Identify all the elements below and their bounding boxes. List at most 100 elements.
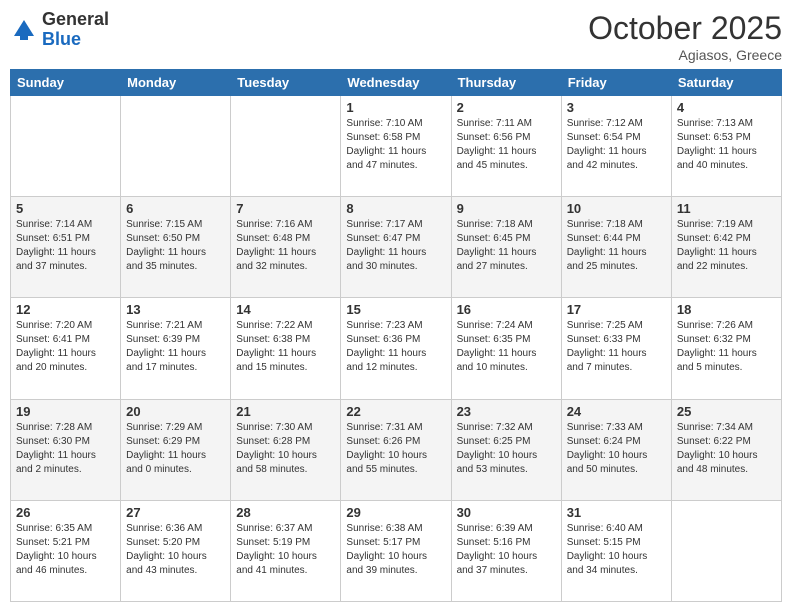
day-number: 26 xyxy=(16,505,115,520)
day-number: 10 xyxy=(567,201,666,216)
day-number: 23 xyxy=(457,404,556,419)
calendar-cell: 4 Sunrise: 7:13 AM Sunset: 6:53 PM Daylig… xyxy=(671,96,781,197)
day-info: Sunrise: 7:30 AM Sunset: 6:28 PM Dayligh… xyxy=(236,421,335,477)
day-info: Sunrise: 7:14 AM Sunset: 6:51 PM Dayligh… xyxy=(16,218,115,274)
day-number: 18 xyxy=(677,302,776,317)
day-info: Sunrise: 7:19 AM Sunset: 6:42 PM Dayligh… xyxy=(677,218,776,274)
calendar-week-row: 26 Sunrise: 6:35 AM Sunset: 5:21 PM Dayli… xyxy=(11,500,782,601)
calendar-cell: 29 Sunrise: 6:38 AM Sunset: 5:17 PM Dayli… xyxy=(341,500,451,601)
day-number: 16 xyxy=(457,302,556,317)
day-info: Sunrise: 6:36 AM Sunset: 5:20 PM Dayligh… xyxy=(126,522,225,578)
day-number: 24 xyxy=(567,404,666,419)
calendar-cell: 13 Sunrise: 7:21 AM Sunset: 6:39 PM Dayli… xyxy=(121,298,231,399)
calendar-day-header: Thursday xyxy=(451,70,561,96)
day-info: Sunrise: 7:15 AM Sunset: 6:50 PM Dayligh… xyxy=(126,218,225,274)
calendar-day-header: Sunday xyxy=(11,70,121,96)
logo-general: General xyxy=(42,10,109,30)
day-info: Sunrise: 7:12 AM Sunset: 6:54 PM Dayligh… xyxy=(567,117,666,173)
title-block: October 2025 Agiasos, Greece xyxy=(588,10,782,63)
calendar-week-row: 19 Sunrise: 7:28 AM Sunset: 6:30 PM Dayli… xyxy=(11,399,782,500)
day-number: 15 xyxy=(346,302,445,317)
day-info: Sunrise: 7:32 AM Sunset: 6:25 PM Dayligh… xyxy=(457,421,556,477)
day-number: 19 xyxy=(16,404,115,419)
logo: General Blue xyxy=(10,10,109,50)
day-number: 3 xyxy=(567,100,666,115)
day-number: 12 xyxy=(16,302,115,317)
day-number: 9 xyxy=(457,201,556,216)
calendar-cell: 11 Sunrise: 7:19 AM Sunset: 6:42 PM Dayli… xyxy=(671,197,781,298)
calendar-cell: 16 Sunrise: 7:24 AM Sunset: 6:35 PM Dayli… xyxy=(451,298,561,399)
day-info: Sunrise: 7:23 AM Sunset: 6:36 PM Dayligh… xyxy=(346,319,445,375)
day-number: 5 xyxy=(16,201,115,216)
logo-blue: Blue xyxy=(42,30,109,50)
logo-icon xyxy=(10,16,38,44)
day-number: 8 xyxy=(346,201,445,216)
calendar-cell: 22 Sunrise: 7:31 AM Sunset: 6:26 PM Dayli… xyxy=(341,399,451,500)
day-info: Sunrise: 7:18 AM Sunset: 6:45 PM Dayligh… xyxy=(457,218,556,274)
day-info: Sunrise: 6:40 AM Sunset: 5:15 PM Dayligh… xyxy=(567,522,666,578)
day-number: 14 xyxy=(236,302,335,317)
day-info: Sunrise: 7:17 AM Sunset: 6:47 PM Dayligh… xyxy=(346,218,445,274)
day-info: Sunrise: 7:26 AM Sunset: 6:32 PM Dayligh… xyxy=(677,319,776,375)
calendar-cell: 27 Sunrise: 6:36 AM Sunset: 5:20 PM Dayli… xyxy=(121,500,231,601)
calendar-cell: 12 Sunrise: 7:20 AM Sunset: 6:41 PM Dayli… xyxy=(11,298,121,399)
day-info: Sunrise: 7:16 AM Sunset: 6:48 PM Dayligh… xyxy=(236,218,335,274)
day-info: Sunrise: 7:34 AM Sunset: 6:22 PM Dayligh… xyxy=(677,421,776,477)
day-number: 1 xyxy=(346,100,445,115)
day-info: Sunrise: 6:38 AM Sunset: 5:17 PM Dayligh… xyxy=(346,522,445,578)
calendar-day-header: Tuesday xyxy=(231,70,341,96)
calendar-cell: 3 Sunrise: 7:12 AM Sunset: 6:54 PM Daylig… xyxy=(561,96,671,197)
day-info: Sunrise: 7:25 AM Sunset: 6:33 PM Dayligh… xyxy=(567,319,666,375)
day-info: Sunrise: 7:11 AM Sunset: 6:56 PM Dayligh… xyxy=(457,117,556,173)
calendar-cell: 2Sunrise: 7:11 AM Sunset: 6:56 PM Daylig… xyxy=(451,96,561,197)
subtitle: Agiasos, Greece xyxy=(588,47,782,63)
calendar-cell: 6 Sunrise: 7:15 AM Sunset: 6:50 PM Daylig… xyxy=(121,197,231,298)
calendar-week-row: 5 Sunrise: 7:14 AM Sunset: 6:51 PM Daylig… xyxy=(11,197,782,298)
calendar-cell: 10 Sunrise: 7:18 AM Sunset: 6:44 PM Dayli… xyxy=(561,197,671,298)
calendar-cell: 20 Sunrise: 7:29 AM Sunset: 6:29 PM Dayli… xyxy=(121,399,231,500)
day-info: Sunrise: 7:31 AM Sunset: 6:26 PM Dayligh… xyxy=(346,421,445,477)
day-info: Sunrise: 6:35 AM Sunset: 5:21 PM Dayligh… xyxy=(16,522,115,578)
calendar-cell xyxy=(11,96,121,197)
day-info: Sunrise: 7:10 AM Sunset: 6:58 PM Dayligh… xyxy=(346,117,445,173)
calendar-cell: 31 Sunrise: 6:40 AM Sunset: 5:15 PM Dayli… xyxy=(561,500,671,601)
calendar-cell: 30Sunrise: 6:39 AM Sunset: 5:16 PM Dayli… xyxy=(451,500,561,601)
day-number: 7 xyxy=(236,201,335,216)
day-info: Sunrise: 7:33 AM Sunset: 6:24 PM Dayligh… xyxy=(567,421,666,477)
logo-text: General Blue xyxy=(42,10,109,50)
day-number: 6 xyxy=(126,201,225,216)
calendar-cell: 7 Sunrise: 7:16 AM Sunset: 6:48 PM Daylig… xyxy=(231,197,341,298)
day-info: Sunrise: 7:21 AM Sunset: 6:39 PM Dayligh… xyxy=(126,319,225,375)
day-number: 11 xyxy=(677,201,776,216)
calendar-cell: 21Sunrise: 7:30 AM Sunset: 6:28 PM Dayli… xyxy=(231,399,341,500)
day-info: Sunrise: 7:13 AM Sunset: 6:53 PM Dayligh… xyxy=(677,117,776,173)
calendar-week-row: 1 Sunrise: 7:10 AM Sunset: 6:58 PM Daylig… xyxy=(11,96,782,197)
calendar-cell: 14 Sunrise: 7:22 AM Sunset: 6:38 PM Dayli… xyxy=(231,298,341,399)
day-number: 25 xyxy=(677,404,776,419)
day-number: 31 xyxy=(567,505,666,520)
calendar-day-header: Wednesday xyxy=(341,70,451,96)
day-number: 4 xyxy=(677,100,776,115)
day-info: Sunrise: 7:20 AM Sunset: 6:41 PM Dayligh… xyxy=(16,319,115,375)
calendar-cell: 17 Sunrise: 7:25 AM Sunset: 6:33 PM Dayli… xyxy=(561,298,671,399)
calendar-day-header: Friday xyxy=(561,70,671,96)
calendar-cell: 15 Sunrise: 7:23 AM Sunset: 6:36 PM Dayli… xyxy=(341,298,451,399)
day-number: 22 xyxy=(346,404,445,419)
calendar-cell: 5 Sunrise: 7:14 AM Sunset: 6:51 PM Daylig… xyxy=(11,197,121,298)
day-number: 13 xyxy=(126,302,225,317)
day-info: Sunrise: 7:22 AM Sunset: 6:38 PM Dayligh… xyxy=(236,319,335,375)
calendar-week-row: 12 Sunrise: 7:20 AM Sunset: 6:41 PM Dayli… xyxy=(11,298,782,399)
day-info: Sunrise: 7:18 AM Sunset: 6:44 PM Dayligh… xyxy=(567,218,666,274)
day-number: 27 xyxy=(126,505,225,520)
calendar-cell: 18 Sunrise: 7:26 AM Sunset: 6:32 PM Dayli… xyxy=(671,298,781,399)
calendar-cell xyxy=(121,96,231,197)
day-info: Sunrise: 7:24 AM Sunset: 6:35 PM Dayligh… xyxy=(457,319,556,375)
calendar-cell: 23 Sunrise: 7:32 AM Sunset: 6:25 PM Dayli… xyxy=(451,399,561,500)
day-number: 17 xyxy=(567,302,666,317)
day-number: 29 xyxy=(346,505,445,520)
day-info: Sunrise: 7:29 AM Sunset: 6:29 PM Dayligh… xyxy=(126,421,225,477)
day-number: 20 xyxy=(126,404,225,419)
calendar-cell: 8 Sunrise: 7:17 AM Sunset: 6:47 PM Daylig… xyxy=(341,197,451,298)
calendar-cell: 19 Sunrise: 7:28 AM Sunset: 6:30 PM Dayli… xyxy=(11,399,121,500)
day-info: Sunrise: 7:28 AM Sunset: 6:30 PM Dayligh… xyxy=(16,421,115,477)
